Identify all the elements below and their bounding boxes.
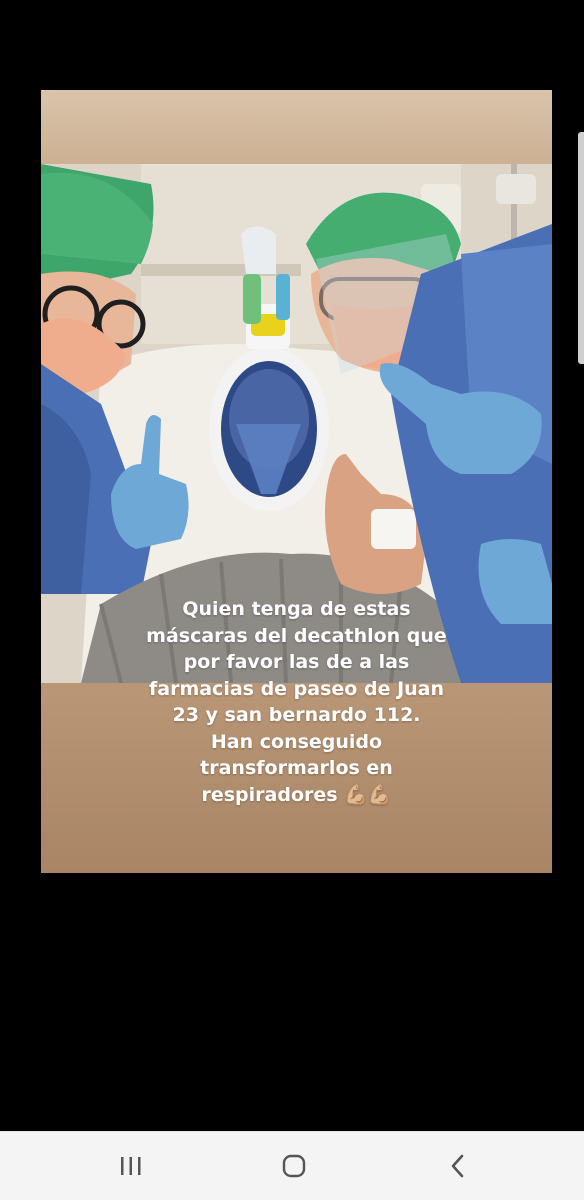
recent-apps-icon [121,1157,141,1175]
story-card: Quien tenga de estas máscaras del decath… [41,90,552,873]
caption-line: farmacias de paseo de Juan [148,677,445,700]
caption-line: 23 y san bernardo 112. [172,704,421,726]
story-caption: Quien tenga de estas máscaras del decath… [51,596,542,808]
caption-line: máscaras del decathlon que [146,624,447,647]
home-button[interactable] [274,1146,314,1186]
scroll-indicator[interactable] [578,132,584,364]
caption-line: respiradores 💪🏼💪🏼 [201,783,392,806]
navigation-bar [0,1131,584,1200]
home-icon [282,1154,306,1178]
back-icon [451,1154,464,1178]
caption-line: Han conseguido [210,730,383,753]
caption-line: Quien tenga de estas [182,598,411,620]
caption-line: transformarlos en [200,757,393,779]
recent-apps-button[interactable] [111,1146,151,1186]
back-button[interactable] [438,1146,478,1186]
caption-line: por favor las de a las [183,651,410,673]
